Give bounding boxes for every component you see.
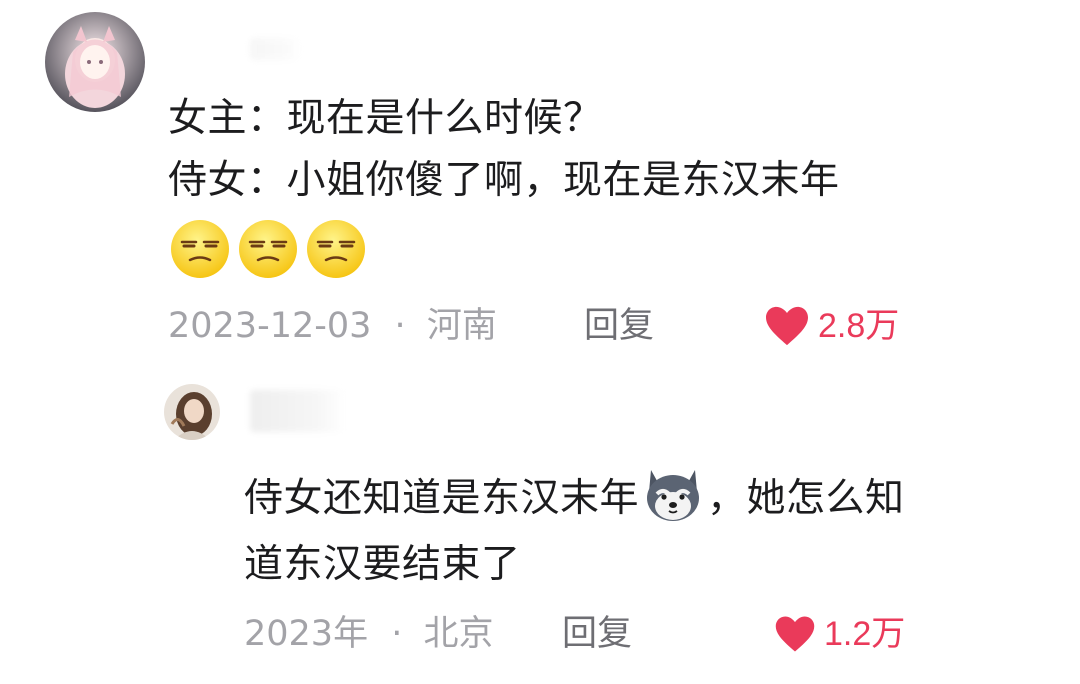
reply-avatar[interactable]: [164, 384, 220, 440]
reply-text-part: ，她怎么知: [707, 476, 905, 521]
meta-separator: ·: [394, 306, 406, 346]
avatar[interactable]: [45, 12, 145, 112]
husky-dog-icon: [643, 466, 703, 535]
heart-icon: [766, 306, 808, 346]
comment-text-line: 侍女：小姐你傻了啊，现在是东汉末年: [168, 158, 840, 203]
reply-button[interactable]: 回复: [562, 612, 632, 656]
reply-text-line: 道东汉要结束了: [244, 542, 521, 587]
date-text: 2023年: [244, 614, 369, 654]
reply-username[interactable]: [250, 390, 345, 432]
avatar-photo-icon: [164, 384, 220, 440]
like-button[interactable]: 2.8万: [764, 304, 899, 348]
smirk-emoji-icon: [168, 218, 372, 284]
like-button[interactable]: 1.2万: [774, 612, 905, 656]
location-text: 河南: [426, 306, 497, 346]
heart-icon: [775, 616, 815, 652]
like-count: 1.2万: [824, 615, 906, 653]
comment-date: 2023-12-03 · 河南: [168, 304, 497, 348]
location-text: 北京: [423, 614, 494, 654]
meta-separator: ·: [391, 614, 403, 654]
reply-button[interactable]: 回复: [584, 304, 654, 348]
username[interactable]: [250, 38, 300, 60]
comment-text-line: 女主：现在是什么时候？: [168, 96, 603, 141]
reply-text-line: 侍女还知道是东汉末年 ，她怎么知: [244, 466, 905, 521]
avatar-anime-girl-icon: [45, 12, 145, 112]
reply-text-part: 侍女还知道是东汉末年: [244, 476, 640, 521]
reply-date: 2023年 · 北京: [244, 612, 494, 656]
like-count: 2.8万: [818, 307, 900, 345]
date-text: 2023-12-03: [168, 306, 372, 346]
